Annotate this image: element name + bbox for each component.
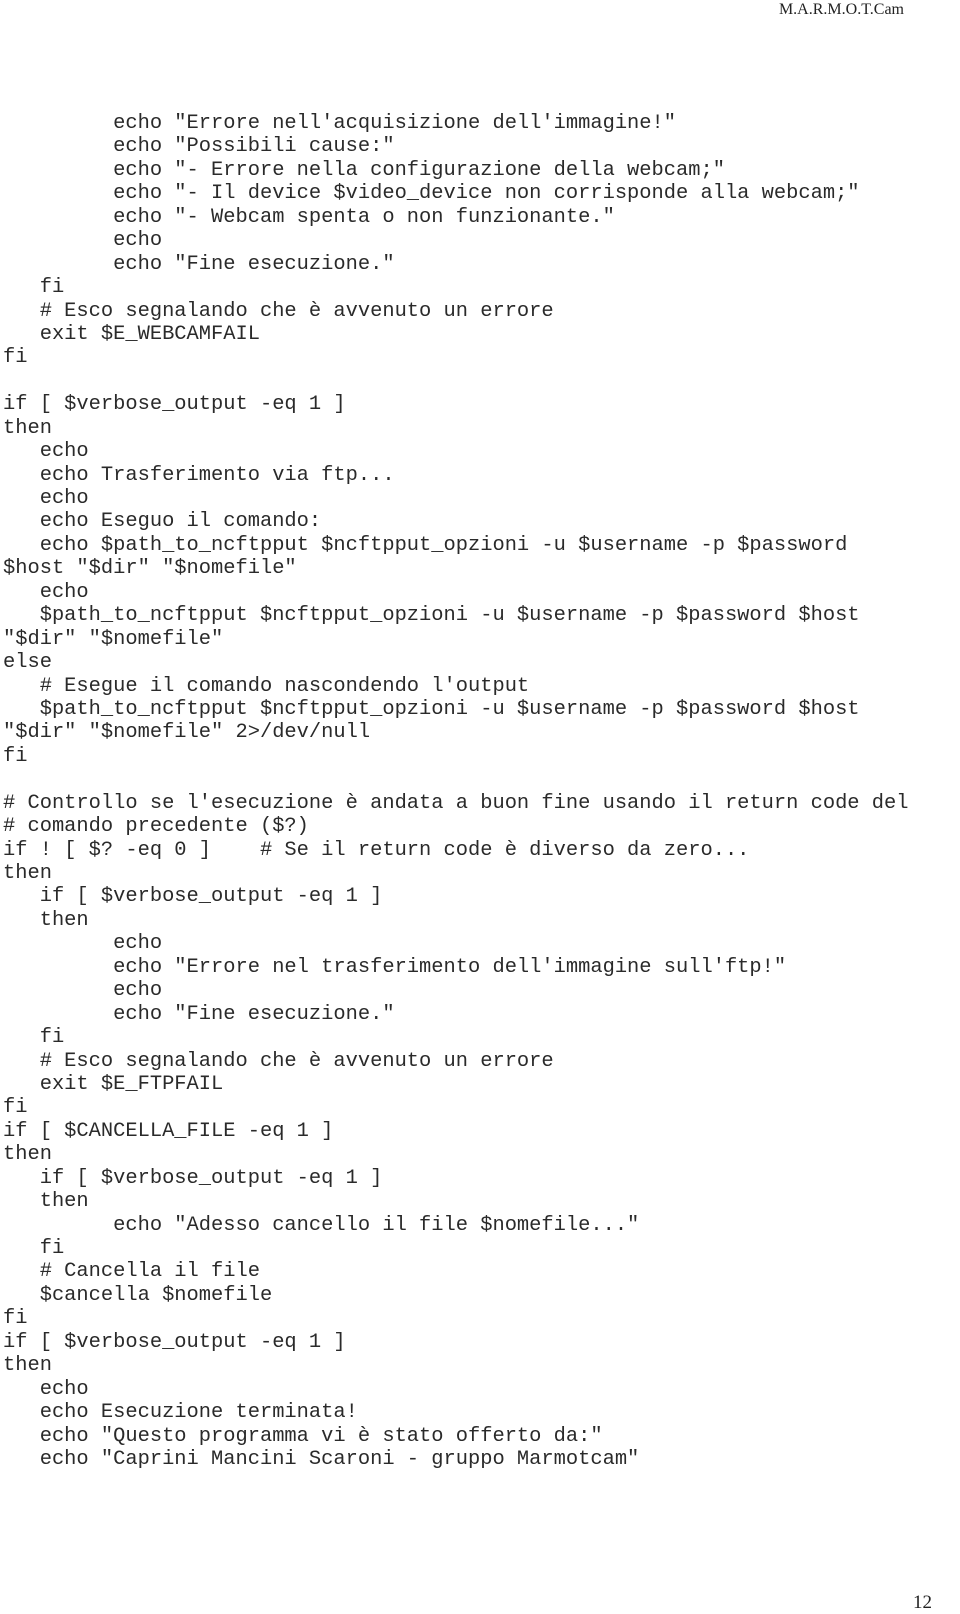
code-line: echo "Questo programma vi è stato offert… <box>3 1424 603 1448</box>
code-line: echo Trasferimento via ftp... <box>3 463 395 487</box>
code-line: echo "Possibili cause:" <box>3 135 395 159</box>
code-line: "$dir" "$nomefile" <box>3 627 224 651</box>
code-line: then <box>3 1143 52 1167</box>
code-line: exit $E_FTPFAIL <box>3 1072 224 1096</box>
code-line: then <box>3 862 52 885</box>
code-line: echo "Fine esecuzione." <box>3 252 395 276</box>
code-line: exit $E_WEBCAMFAIL <box>3 322 260 346</box>
code-line: echo "Caprini Mancini Scaroni - gruppo M… <box>3 1447 640 1471</box>
code-line: echo "Errore nel trasferimento dell'imma… <box>3 955 787 979</box>
code-line: echo "Errore nell'acquisizione dell'imma… <box>3 112 677 135</box>
code-line: echo "Fine esecuzione." <box>3 1002 395 1026</box>
code-line: # comando precedente ($?) <box>3 815 309 839</box>
code-line: then <box>3 416 52 440</box>
code-line: echo <box>3 229 163 253</box>
code-line: # Esco segnalando che è avvenuto un erro… <box>3 1049 554 1073</box>
code-line: echo <box>3 979 163 1003</box>
code-line: fi <box>3 1237 65 1260</box>
code-line: then <box>3 1354 52 1378</box>
code-line: else <box>3 651 52 675</box>
code-line: echo <box>3 487 89 510</box>
code-line: if [ $verbose_output -eq 1 ] <box>3 393 346 417</box>
code-line: fi <box>3 1026 65 1050</box>
code-line: then <box>3 908 89 932</box>
code-line: # Esco segnalando che è avvenuto un erro… <box>3 299 554 323</box>
code-line: fi <box>3 1096 28 1120</box>
code-line: fi <box>3 346 28 370</box>
code-line: echo "Adesso cancello il file $nomefile.… <box>3 1213 640 1237</box>
code-line: echo Esecuzione terminata! <box>3 1401 358 1425</box>
code-listing: echo "Errore nell'acquisizione dell'imma… <box>3 112 909 1471</box>
code-line: $cancella $nomefile <box>3 1283 273 1307</box>
code-line: if ! [ $? -eq 0 ] # Se il return code è … <box>3 838 750 862</box>
code-line: fi <box>3 1307 28 1331</box>
code-line: fi <box>3 276 65 300</box>
code-line: # Esegue il comando nascondendo l'output <box>3 674 530 698</box>
code-line: if [ $verbose_output -eq 1 ] <box>3 885 383 909</box>
code-line: if [ $verbose_output -eq 1 ] <box>3 1330 346 1354</box>
code-line: fi <box>3 744 28 768</box>
code-line: # Cancella il file <box>3 1260 260 1284</box>
code-line: echo <box>3 580 89 604</box>
code-line: echo <box>3 440 89 464</box>
code-line: $path_to_ncftpput $ncftpput_opzioni -u $… <box>3 697 860 721</box>
code-line: echo "- Il device $video_device non corr… <box>3 182 860 206</box>
code-line: then <box>3 1190 89 1214</box>
code-line: "$dir" "$nomefile" 2>/dev/null <box>3 721 371 745</box>
code-line: # Controllo se l'esecuzione è andata a b… <box>3 791 909 815</box>
page-number: 12 <box>913 1592 932 1613</box>
code-line: echo "- Webcam spenta o non funzionante.… <box>3 205 615 229</box>
code-line: if [ $CANCELLA_FILE -eq 1 ] <box>3 1119 334 1143</box>
code-line: echo <box>3 1377 89 1401</box>
code-line: echo "- Errore nella configurazione dell… <box>3 158 725 182</box>
code-line: echo Eseguo il comando: <box>3 510 322 534</box>
running-header: M.A.R.M.O.T.Cam <box>778 1 904 18</box>
code-line: $path_to_ncftpput $ncftpput_opzioni -u $… <box>3 604 860 628</box>
code-line: if [ $verbose_output -eq 1 ] <box>3 1166 383 1190</box>
code-line: echo <box>3 932 163 956</box>
code-line: $host "$dir" "$nomefile" <box>3 557 297 581</box>
code-line: echo $path_to_ncftpput $ncftpput_opzioni… <box>3 533 848 557</box>
